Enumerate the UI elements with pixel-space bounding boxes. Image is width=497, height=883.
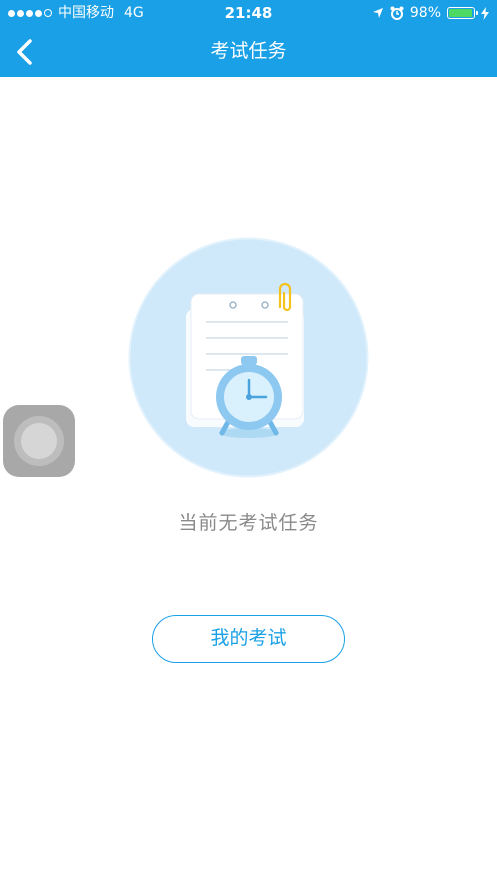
navigation-bar: 考试任务 xyxy=(0,26,497,77)
battery-percent: 98% xyxy=(409,5,441,21)
assistive-touch-inner-ring xyxy=(21,423,57,459)
page-title: 考试任务 xyxy=(210,40,287,62)
battery-icon xyxy=(447,7,478,19)
assistive-touch-button[interactable] xyxy=(3,405,75,477)
alarm-clock-icon xyxy=(390,6,404,20)
header-bar: 中国移动 4G 21:48 98% 考试任务 xyxy=(0,0,497,77)
empty-state-message: 当前无考试任务 xyxy=(178,512,319,534)
empty-state-illustration xyxy=(128,237,369,478)
location-arrow-icon xyxy=(372,8,383,18)
my-exam-button[interactable]: 我的考试 xyxy=(152,615,345,663)
charging-bolt-icon xyxy=(481,6,489,20)
status-bar: 中国移动 4G 21:48 98% xyxy=(0,0,497,26)
